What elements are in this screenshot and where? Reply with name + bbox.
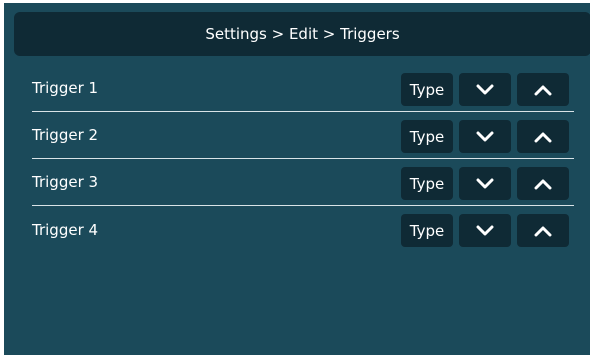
trigger-label: Trigger 4 — [32, 220, 99, 239]
chevron-up-icon — [534, 179, 552, 189]
move-up-button[interactable] — [517, 120, 569, 153]
type-button[interactable]: Type — [401, 120, 453, 153]
move-up-button[interactable] — [517, 214, 569, 247]
trigger-label: Trigger 2 — [32, 126, 99, 144]
chevron-down-icon — [476, 84, 494, 94]
move-down-button[interactable] — [459, 167, 511, 200]
trigger-controls: Type — [401, 73, 569, 106]
chevron-down-icon — [476, 131, 494, 141]
type-button[interactable]: Type — [401, 167, 453, 200]
trigger-row-1: Trigger 1 Type — [32, 65, 574, 112]
trigger-row-3: Trigger 3 Type — [32, 159, 574, 206]
trigger-controls: Type — [401, 120, 569, 153]
chevron-down-icon — [476, 225, 494, 235]
chevron-up-icon — [534, 132, 552, 142]
trigger-list: Trigger 1 Type Trigger 2 Type Trigger 3 … — [32, 65, 574, 253]
trigger-row-4: Trigger 4 Type — [32, 206, 574, 253]
trigger-label: Trigger 3 — [32, 173, 99, 191]
chevron-up-icon — [534, 226, 552, 236]
breadcrumb: Settings > Edit > Triggers — [14, 12, 590, 56]
trigger-controls: Type — [401, 167, 569, 200]
move-up-button[interactable] — [517, 167, 569, 200]
move-down-button[interactable] — [459, 120, 511, 153]
breadcrumb-text: Settings > Edit > Triggers — [205, 25, 400, 43]
move-down-button[interactable] — [459, 214, 511, 247]
trigger-controls: Type — [401, 214, 569, 247]
chevron-up-icon — [534, 85, 552, 95]
trigger-row-2: Trigger 2 Type — [32, 112, 574, 159]
type-button[interactable]: Type — [401, 73, 453, 106]
move-up-button[interactable] — [517, 73, 569, 106]
trigger-label: Trigger 1 — [32, 79, 99, 97]
screen: Settings > Edit > Triggers Trigger 1 Typ… — [4, 3, 590, 355]
type-button[interactable]: Type — [401, 214, 453, 247]
chevron-down-icon — [476, 178, 494, 188]
move-down-button[interactable] — [459, 73, 511, 106]
